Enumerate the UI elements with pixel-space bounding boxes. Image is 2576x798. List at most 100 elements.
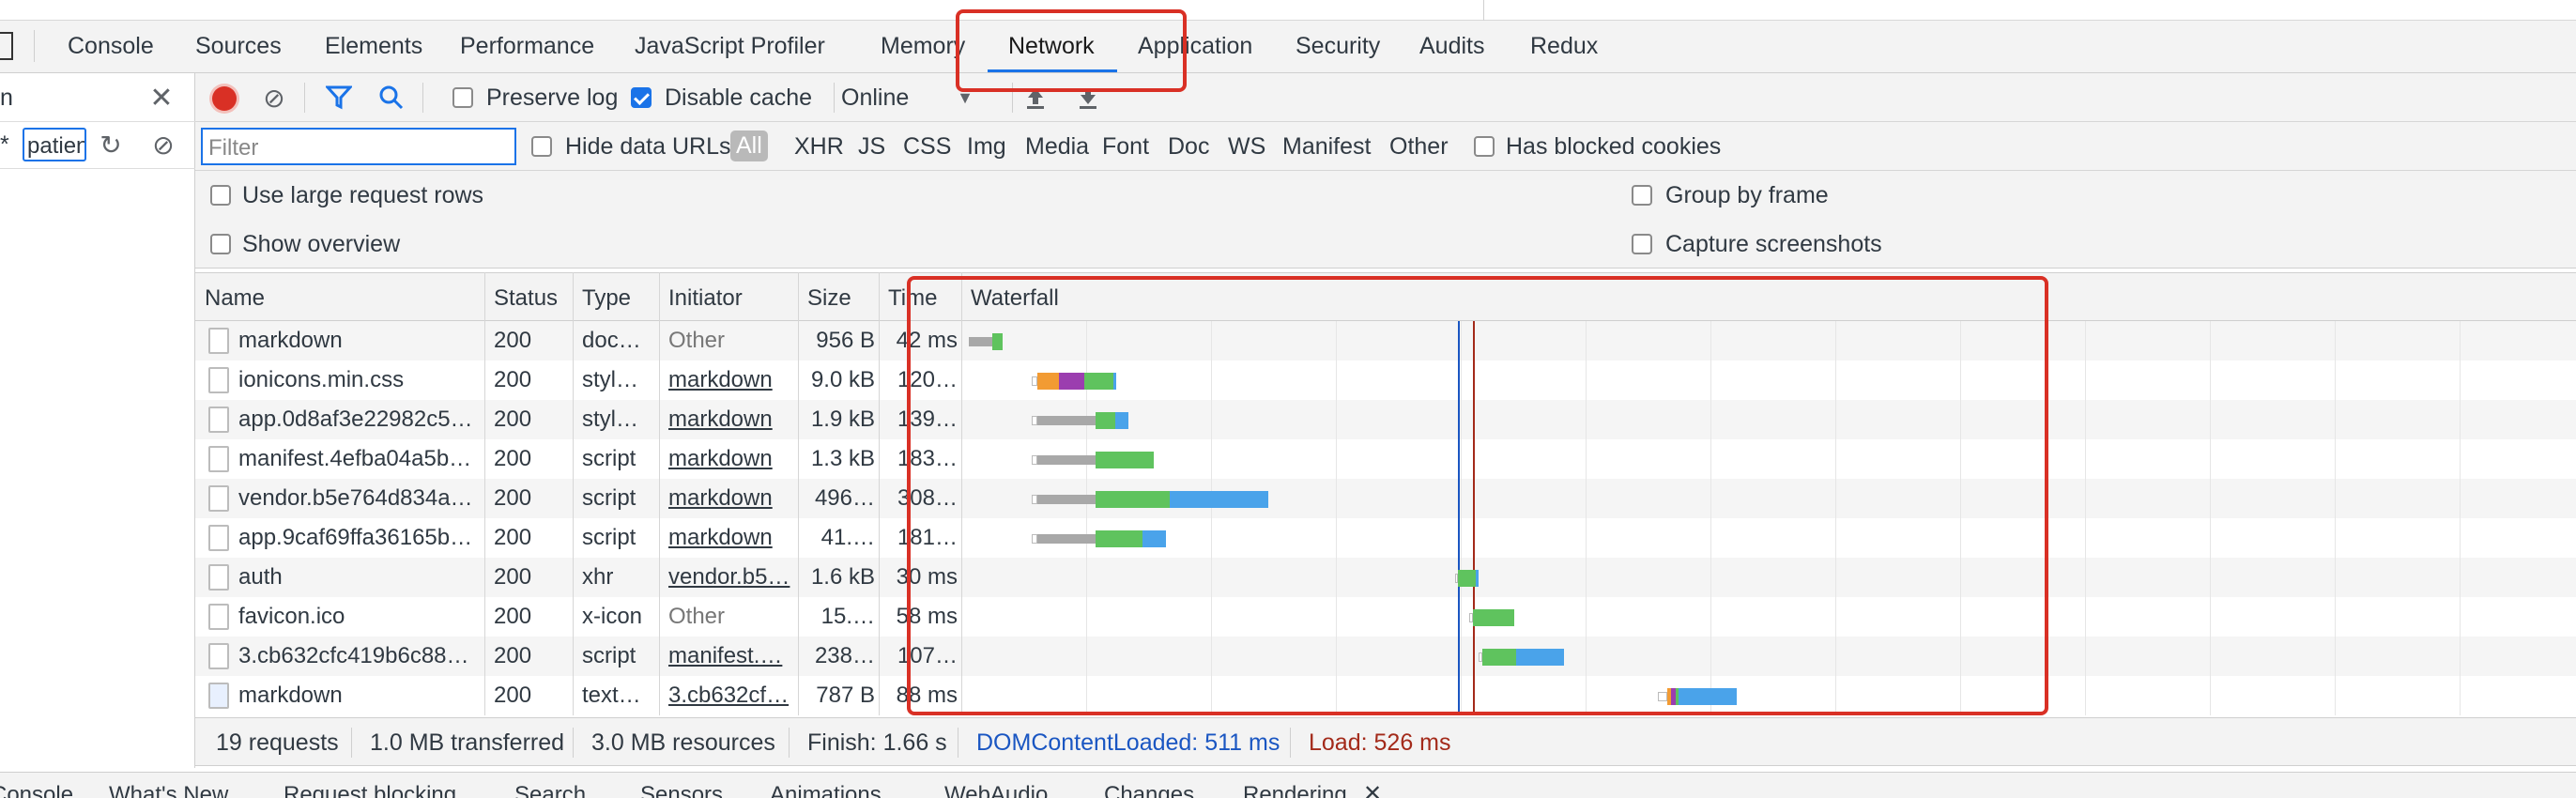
tab-audits[interactable]: Audits xyxy=(1419,33,1484,60)
cell-name[interactable]: vendor.b5e764d834a… xyxy=(238,479,481,518)
drawer-tab-sensors[interactable]: Sensors xyxy=(640,782,723,798)
drawer-tab-request-blocking[interactable]: Request blocking xyxy=(284,782,456,798)
tab-performance[interactable]: Performance xyxy=(460,33,594,60)
search-filter-input[interactable]: patien xyxy=(23,128,86,161)
tab-application[interactable]: Application xyxy=(1138,33,1252,60)
preserve-log-checkbox[interactable] xyxy=(452,87,473,108)
tab-security[interactable]: Security xyxy=(1296,33,1380,60)
type-filter-doc[interactable]: Doc xyxy=(1168,133,1209,161)
type-filter-manifest[interactable]: Manifest xyxy=(1282,133,1371,161)
disable-cache-checkbox[interactable] xyxy=(631,87,652,108)
column-divider[interactable] xyxy=(484,272,485,715)
show-overview-checkbox[interactable] xyxy=(210,234,231,254)
cell-name[interactable]: app.9caf69ffa36165b… xyxy=(238,518,481,558)
refresh-icon[interactable]: ↻ xyxy=(96,130,126,160)
cell-initiator[interactable]: vendor.b5… xyxy=(668,558,794,597)
drawer-tab-console[interactable]: Console xyxy=(0,782,73,798)
dom-content-loaded: DOMContentLoaded: 511 ms xyxy=(976,729,1280,756)
tab-redux[interactable]: Redux xyxy=(1530,33,1598,60)
cell-name[interactable]: markdown xyxy=(238,321,481,361)
filter-input[interactable]: Filter xyxy=(201,128,516,165)
drawer-tab-rendering[interactable]: Rendering xyxy=(1243,782,1347,798)
drawer-tab-webaudio[interactable]: WebAudio xyxy=(944,782,1048,798)
type-filter-media[interactable]: Media xyxy=(1025,133,1089,161)
cell-size: 496… xyxy=(814,485,875,511)
hide-data-urls-label: Hide data URLs xyxy=(565,133,731,160)
cell-name[interactable]: manifest.4efba04a5b… xyxy=(238,439,481,479)
clear-icon[interactable]: ⊘ xyxy=(148,130,178,160)
tab-memory[interactable]: Memory xyxy=(881,33,965,60)
tab-elements[interactable]: Elements xyxy=(325,33,422,60)
column-header-status[interactable]: Status xyxy=(494,285,558,312)
type-filter-img[interactable]: Img xyxy=(967,133,1006,161)
cell-initiator[interactable]: markdown xyxy=(668,479,794,518)
drawer-tab-changes[interactable]: Changes xyxy=(1104,782,1194,798)
cell-initiator[interactable]: manifest.… xyxy=(668,637,794,676)
column-header-name[interactable]: Name xyxy=(205,285,265,312)
cell-name[interactable]: app.0d8af3e22982c5… xyxy=(238,400,481,439)
status-separator xyxy=(351,728,352,758)
cell-initiator[interactable]: markdown xyxy=(668,518,794,558)
type-filter-all[interactable]: All xyxy=(730,130,768,161)
drawer-tab-bar: Console What's New Request blocking Search S… xyxy=(0,772,2576,798)
drawer-tab-search[interactable]: Search xyxy=(514,782,586,798)
clear-log-icon[interactable]: ⊘ xyxy=(259,83,289,113)
cell-initiator: Other xyxy=(668,328,726,353)
dock-icon[interactable] xyxy=(0,32,13,60)
tab-network[interactable]: Network xyxy=(1008,33,1095,60)
cell-name[interactable]: markdown xyxy=(238,676,481,715)
column-header-time[interactable]: Time xyxy=(888,285,937,312)
cell-name[interactable]: favicon.ico xyxy=(238,597,481,637)
dns-segment xyxy=(1036,373,1059,390)
download-segment xyxy=(1083,373,1113,390)
type-filter-font[interactable]: Font xyxy=(1102,133,1149,161)
type-filter-other[interactable]: Other xyxy=(1389,133,1449,161)
filter-placeholder: Filter xyxy=(208,135,259,161)
cell-initiator[interactable]: 3.cb632cf… xyxy=(668,676,794,715)
hide-data-urls-checkbox[interactable] xyxy=(531,136,552,157)
record-icon[interactable] xyxy=(212,86,237,111)
capture-screenshots-checkbox[interactable] xyxy=(1632,234,1652,254)
content-segment xyxy=(1476,570,1479,587)
close-icon[interactable]: ✕ xyxy=(1363,780,1382,798)
waterfall-gridline xyxy=(1461,321,1462,715)
cell-initiator[interactable]: markdown xyxy=(668,400,794,439)
cell-size: 9.0 kB xyxy=(810,367,875,392)
column-divider[interactable] xyxy=(573,272,574,715)
search-input[interactable]: n xyxy=(0,84,13,112)
column-header-waterfall[interactable]: Waterfall xyxy=(971,285,1059,312)
drawer-tab-what-s-new[interactable]: What's New xyxy=(109,782,228,798)
search-icon[interactable] xyxy=(376,83,407,113)
type-filter-xhr[interactable]: XHR xyxy=(794,133,844,161)
cell-initiator[interactable]: markdown xyxy=(668,361,794,400)
cell-name[interactable]: auth xyxy=(238,558,481,597)
column-divider[interactable] xyxy=(879,272,880,715)
has-blocked-cookies-checkbox[interactable] xyxy=(1474,136,1495,157)
tab-javascript-profiler[interactable]: JavaScript Profiler xyxy=(635,33,825,60)
throttling-select[interactable]: Online xyxy=(841,84,909,112)
tab-sources[interactable]: Sources xyxy=(195,33,282,60)
content-segment xyxy=(1515,649,1565,666)
type-filter-js[interactable]: JS xyxy=(858,133,885,161)
chevron-down-icon[interactable]: ▼ xyxy=(954,84,976,111)
cell-initiator[interactable]: markdown xyxy=(668,439,794,479)
import-har-icon[interactable] xyxy=(1020,83,1051,113)
cell-name[interactable]: 3.cb632cfc419b6c88… xyxy=(238,637,481,676)
cell-time: 181… xyxy=(897,525,958,550)
type-filter-ws[interactable]: WS xyxy=(1228,133,1265,161)
column-divider[interactable] xyxy=(798,272,799,715)
export-har-icon[interactable] xyxy=(1072,83,1104,113)
drawer-tab-animations[interactable]: Animations xyxy=(770,782,882,798)
cell-name[interactable]: ionicons.min.css xyxy=(238,361,481,400)
large-rows-checkbox[interactable] xyxy=(210,185,231,206)
tab-console[interactable]: Console xyxy=(68,33,154,60)
filter-icon[interactable] xyxy=(323,83,355,113)
column-header-type[interactable]: Type xyxy=(582,285,631,312)
column-divider[interactable] xyxy=(659,272,660,715)
column-header-size[interactable]: Size xyxy=(807,285,851,312)
type-filter-css[interactable]: CSS xyxy=(903,133,951,161)
toolbar-separator xyxy=(422,83,423,113)
close-icon[interactable]: ✕ xyxy=(146,83,176,114)
column-header-initiator[interactable]: Initiator xyxy=(668,285,743,312)
group-by-frame-checkbox[interactable] xyxy=(1632,185,1652,206)
